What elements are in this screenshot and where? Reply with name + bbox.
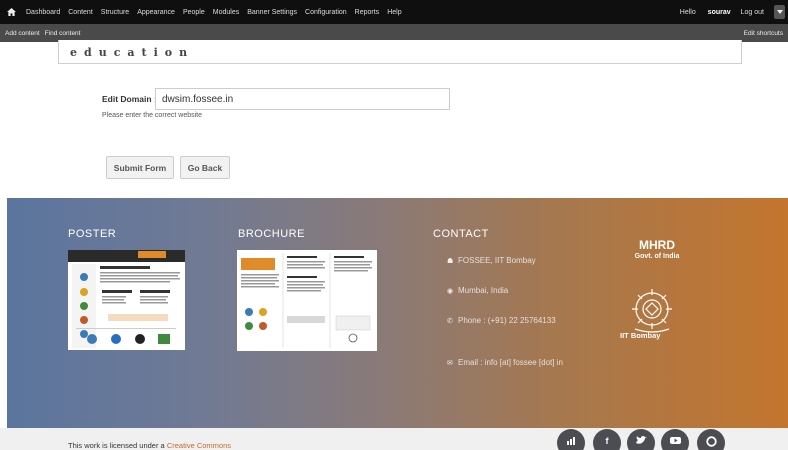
- contact-phone-text: Phone : (+91) 22 25764133: [458, 316, 556, 325]
- menu-item-people[interactable]: People: [183, 9, 205, 16]
- menu-item-dashboard[interactable]: Dashboard: [26, 9, 60, 16]
- iit-bombay-logo-icon[interactable]: [625, 285, 679, 335]
- license-text: This work is licensed under a Creative C…: [68, 441, 231, 450]
- go-back-button[interactable]: Go Back: [180, 156, 230, 179]
- contact-email-text[interactable]: Email : info [at] fossee [dot] in: [458, 358, 563, 367]
- toolbar-user-area: Hello sourav Log out: [680, 0, 785, 24]
- menu-item-modules[interactable]: Modules: [213, 9, 239, 16]
- brochure-title: BROCHURE: [238, 228, 305, 240]
- admin-menu: Dashboard Content Structure Appearance P…: [18, 9, 402, 16]
- username[interactable]: sourav: [708, 9, 731, 16]
- menu-item-configuration[interactable]: Configuration: [305, 9, 347, 16]
- license-prefix: This work is licensed under a: [68, 441, 165, 450]
- creative-commons-link[interactable]: Creative Commons: [167, 441, 231, 450]
- location-icon: ◉: [447, 288, 454, 295]
- menu-item-appearance[interactable]: Appearance: [137, 9, 175, 16]
- site-logo-text[interactable]: education: [70, 46, 194, 59]
- iit-bombay-label: IIT Bombay: [620, 331, 661, 340]
- shortcut-add-content[interactable]: Add content: [5, 30, 40, 37]
- facebook-icon[interactable]: f: [593, 429, 621, 450]
- govt-of-india: Govt. of India: [634, 253, 680, 260]
- contact-org: ☗ FOSSEE, IIT Bombay: [447, 254, 536, 268]
- github-icon[interactable]: [697, 429, 725, 450]
- shortcuts-toggle-icon[interactable]: [774, 5, 785, 19]
- site-footer: POSTER BROCHURE CONTACT ☗ FOSSEE, IIT Bo…: [7, 198, 788, 428]
- contact-city-text: Mumbai, India: [458, 286, 509, 295]
- home-icon: ☗: [447, 258, 454, 265]
- edit-domain-input[interactable]: [155, 88, 450, 110]
- twitter-icon[interactable]: [627, 429, 655, 450]
- contact-title: CONTACT: [433, 228, 489, 240]
- mhrd-block[interactable]: MHRD Govt. of India: [627, 238, 687, 260]
- user-greeting: Hello sourav: [680, 9, 731, 16]
- menu-item-help[interactable]: Help: [387, 9, 401, 16]
- brochure-thumbnail[interactable]: [237, 250, 377, 351]
- youtube-icon[interactable]: [661, 429, 689, 450]
- home-icon[interactable]: [4, 8, 18, 16]
- mhrd-title: MHRD: [639, 238, 675, 252]
- poster-thumbnail[interactable]: [68, 250, 185, 350]
- logout-link[interactable]: Log out: [741, 9, 764, 16]
- contact-org-text: FOSSEE, IIT Bombay: [458, 256, 536, 265]
- shortcut-find-content[interactable]: Find content: [45, 30, 81, 37]
- menu-item-reports[interactable]: Reports: [355, 9, 380, 16]
- envelope-icon: ✉: [447, 360, 453, 367]
- edit-domain-label: Edit Domain :: [102, 94, 157, 104]
- menu-item-structure[interactable]: Structure: [101, 9, 129, 16]
- submit-form-button[interactable]: Submit Form: [106, 156, 174, 179]
- menu-item-banner-settings[interactable]: Banner Settings: [247, 9, 297, 16]
- edit-domain-help: Please enter the correct website: [102, 112, 202, 119]
- phone-icon: ✆: [447, 318, 453, 325]
- contact-city: ◉ Mumbai, India: [447, 284, 508, 298]
- poster-title: POSTER: [68, 228, 117, 240]
- edit-shortcuts-link[interactable]: Edit shortcuts: [744, 30, 783, 37]
- contact-phone: ✆ Phone : (+91) 22 25764133: [447, 314, 557, 328]
- stats-icon[interactable]: [557, 429, 585, 450]
- contact-email: ✉ Email : info [at] fossee [dot] in: [447, 356, 563, 370]
- hello-text: Hello: [679, 8, 696, 16]
- admin-toolbar: Dashboard Content Structure Appearance P…: [0, 0, 788, 24]
- menu-item-content[interactable]: Content: [68, 9, 93, 16]
